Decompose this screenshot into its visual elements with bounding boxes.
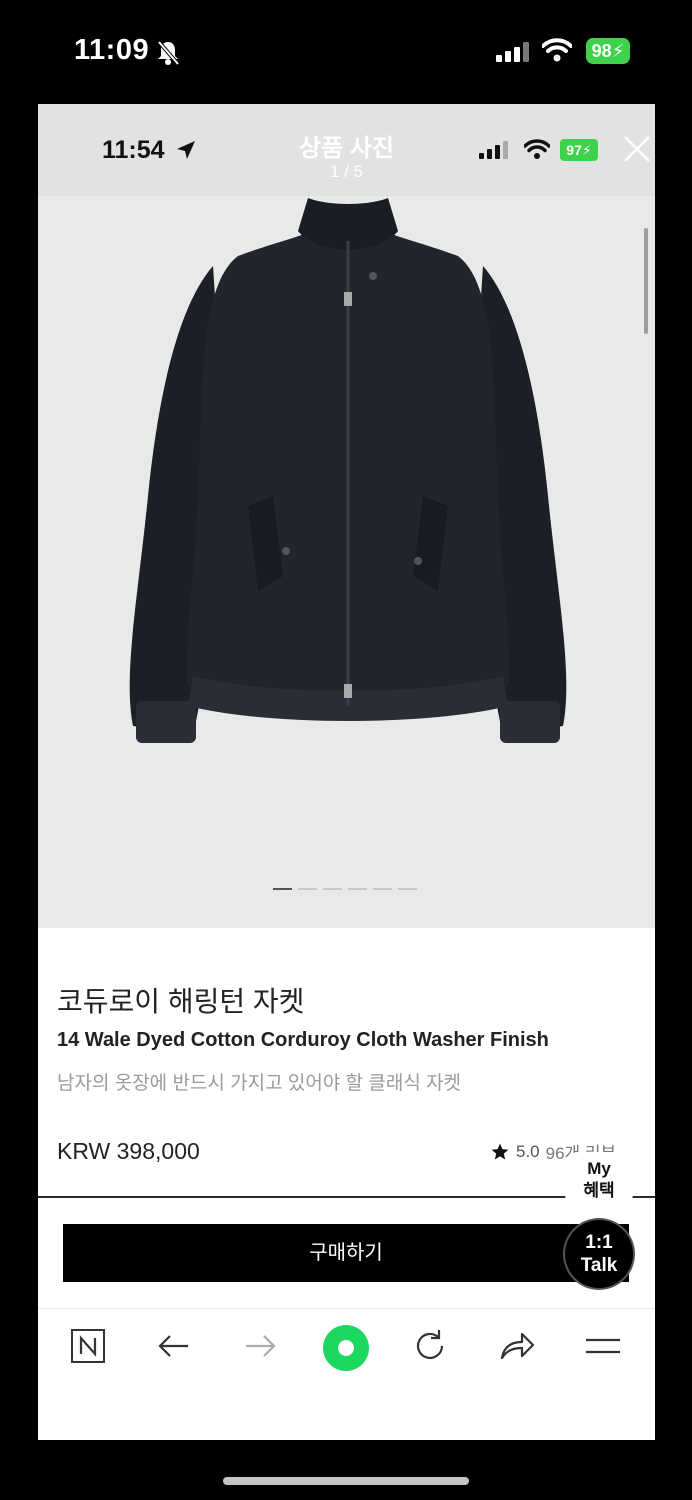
device-time: 11:09 — [74, 34, 150, 66]
green-dot-icon[interactable] — [322, 1324, 370, 1372]
cellular-signal-icon — [496, 42, 529, 62]
battery-level: 98 — [591, 41, 612, 61]
home-indicator[interactable] — [223, 1477, 469, 1485]
back-arrow-icon[interactable] — [156, 1328, 192, 1364]
buy-button[interactable]: 구매하기 — [63, 1224, 629, 1282]
product-subtitle: 14 Wale Dyed Cotton Corduroy Cloth Washe… — [57, 1029, 549, 1051]
benefit-line-2: 혜택 — [583, 1181, 615, 1200]
pagination-dot[interactable] — [323, 888, 342, 890]
section-divider — [38, 1196, 655, 1198]
pagination-dot-active[interactable] — [273, 888, 292, 890]
menu-icon[interactable] — [584, 1328, 622, 1364]
naver-home-icon[interactable] — [70, 1328, 106, 1364]
battery-indicator: 98⚡ — [586, 38, 630, 64]
product-description: 남자의 옷장에 반드시 가지고 있어야 할 클래식 자켓 — [57, 1073, 462, 1094]
wifi-icon — [542, 38, 572, 62]
photo-counter: 1 / 5 — [329, 162, 364, 181]
my-benefit-button[interactable]: My 혜택 — [565, 1152, 633, 1208]
browser-toolbar — [38, 1310, 655, 1430]
rating-score: 5.0 — [516, 1141, 540, 1161]
viewer-header: 11:54 상품 사진 1 / 5 97⚡ — [38, 104, 655, 196]
toolbar-divider — [38, 1308, 655, 1309]
share-icon[interactable] — [498, 1328, 536, 1364]
product-info-panel: 코듀로이 해링턴 자켓 14 Wale Dyed Cotton Corduroy… — [38, 928, 655, 1440]
product-jacket-image — [129, 198, 567, 743]
inner-battery-level: 97 — [566, 142, 582, 158]
one-to-one-talk-button[interactable]: 1:1 Talk — [565, 1220, 633, 1288]
talk-line-1: 1:1 — [585, 1232, 613, 1253]
talk-line-2: Talk — [580, 1255, 618, 1276]
forward-arrow-icon[interactable] — [242, 1328, 278, 1364]
product-name: 코듀로이 해링턴 자켓 — [57, 986, 305, 1017]
inner-signal-icon — [479, 141, 508, 159]
pagination-dot[interactable] — [398, 888, 417, 890]
product-photo-viewer: 11:54 상품 사진 1 / 5 97⚡ — [38, 104, 655, 928]
inner-battery-indicator: 97⚡ — [560, 139, 598, 161]
pagination-dot[interactable] — [348, 888, 367, 890]
app-screenshot-frame: 11:54 상품 사진 1 / 5 97⚡ 코듀로이 해링턴 자켓 14 Wal… — [38, 104, 655, 1440]
pagination-dot[interactable] — [298, 888, 317, 890]
benefit-line-1: My — [587, 1159, 611, 1178]
refresh-icon[interactable] — [412, 1328, 448, 1364]
photo-pagination — [273, 888, 417, 890]
close-icon[interactable] — [622, 134, 652, 164]
device-status-bar: 11:09 98⚡ — [0, 0, 692, 104]
pagination-dot[interactable] — [373, 888, 392, 890]
photo-scroll-indicator[interactable] — [644, 228, 648, 334]
inner-wifi-icon — [524, 139, 550, 159]
silent-bell-icon — [157, 40, 180, 66]
product-price: KRW 398,000 — [57, 1138, 200, 1164]
star-icon — [491, 1143, 509, 1159]
